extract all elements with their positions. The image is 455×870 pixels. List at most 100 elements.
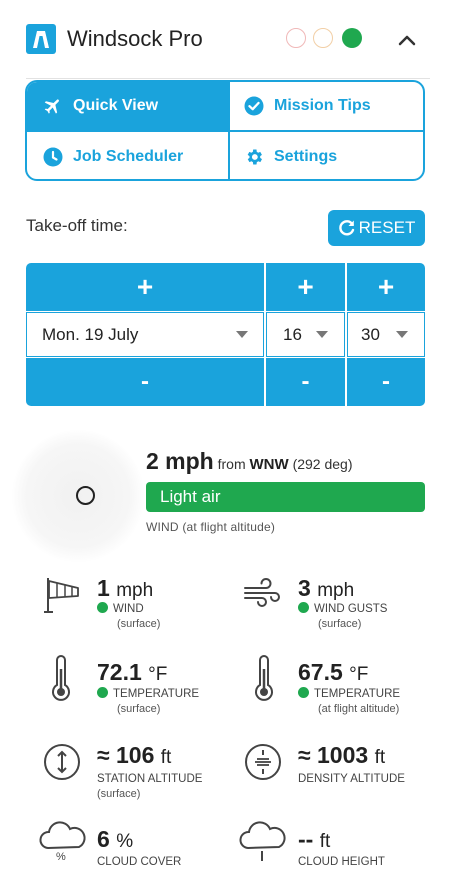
status-dot	[298, 687, 309, 698]
density-altitude-icon	[245, 744, 281, 780]
tab-settings-label: Settings	[274, 147, 338, 165]
value-unit: mph	[317, 580, 355, 601]
tab-mission-tips[interactable]: Mission Tips	[228, 82, 423, 130]
reset-button[interactable]: RESET	[328, 210, 425, 246]
minute-select[interactable]: 30	[347, 312, 425, 357]
value-unit: ft	[374, 747, 386, 768]
minute-decrement-button[interactable]: -	[347, 358, 425, 406]
density-altitude-value: ≈ 1003 ft	[298, 742, 385, 769]
plus-glyph: +	[377, 271, 395, 302]
cloud-height-value: -- ft	[298, 826, 330, 853]
label-text: WIND	[113, 603, 144, 615]
value-unit: mph	[116, 580, 154, 601]
value-unit: ft	[160, 747, 172, 768]
caret-down-icon	[316, 331, 328, 338]
label-text: TEMPERATURE	[314, 688, 401, 700]
airplane-icon	[44, 99, 59, 114]
gear-icon	[247, 149, 262, 164]
tab-mission-tips-label: Mission Tips	[274, 97, 371, 114]
windsock-icon	[44, 578, 79, 613]
wind-speed: 2 mph	[146, 448, 214, 474]
wind-from-text: from	[217, 456, 246, 472]
hour-value: 16	[283, 324, 302, 344]
tab-quick-view-label: Quick View	[73, 97, 159, 114]
date-decrement-button[interactable]: -	[26, 358, 264, 406]
wind-surface-label: WIND (surface)	[97, 602, 160, 632]
wind-gusts-icon	[244, 578, 280, 607]
tab-quick-view[interactable]: Quick View	[27, 82, 228, 130]
value-number: 3	[298, 575, 311, 601]
temp-altitude-label: TEMPERATURE (at flight altitude)	[298, 687, 400, 717]
gusts-label: WIND GUSTS (surface)	[298, 602, 387, 632]
wind-surface-value: 1 mph	[97, 575, 153, 602]
wind-summary: 2 mph from WNW (292 deg)	[146, 448, 353, 475]
wind-altitude-label: WIND (at flight altitude)	[146, 520, 276, 534]
density-altitude-label: DENSITY ALTITUDE	[298, 772, 405, 787]
wind-direction: WNW	[249, 456, 289, 473]
date-value: Mon. 19 July	[42, 324, 139, 344]
label-sub: (surface)	[318, 618, 362, 630]
collapse-button[interactable]	[393, 26, 421, 52]
cloud-height-label: CLOUD HEIGHT	[298, 856, 385, 868]
wind-condition-bar: Light air	[146, 482, 425, 512]
gusts-value: 3 mph	[298, 575, 354, 602]
minus-glyph: -	[382, 368, 390, 395]
check-circle-icon	[244, 96, 264, 116]
label-sub: (surface)	[117, 703, 161, 715]
svg-text:%: %	[56, 851, 66, 861]
temp-surface-value: 72.1 °F	[97, 659, 167, 686]
calm-wind-icon	[76, 486, 95, 505]
value-number: 72.1	[97, 659, 142, 685]
nav-grid: Quick View Mission Tips Job Scheduler Se…	[25, 80, 425, 181]
value-number: ≈ 106	[97, 742, 155, 768]
value-unit: %	[116, 831, 134, 852]
cloud-cover-value: 6 %	[97, 826, 133, 853]
station-altitude-icon	[44, 744, 80, 780]
plus-glyph: +	[297, 271, 314, 302]
label-sub: (at flight altitude)	[318, 703, 400, 715]
thermometer-icon	[255, 655, 273, 701]
windsock-logo-icon	[33, 31, 49, 48]
plus-glyph: +	[136, 271, 154, 302]
thermometer-icon	[52, 655, 70, 701]
cloud-cover-icon: %	[39, 821, 86, 861]
status-dot	[97, 602, 108, 613]
app-logo	[26, 24, 56, 54]
tab-job-scheduler[interactable]: Job Scheduler	[27, 130, 228, 179]
label-sub: (surface)	[117, 618, 161, 630]
header-divider	[26, 78, 430, 79]
label-text: WIND GUSTS	[314, 603, 388, 615]
value-number: --	[298, 826, 314, 852]
minute-increment-button[interactable]: +	[347, 263, 425, 311]
caret-down-icon	[396, 331, 408, 338]
tab-settings[interactable]: Settings	[228, 130, 423, 179]
value-number: 67.5	[298, 659, 343, 685]
status-dot	[298, 602, 309, 613]
app-title: Windsock Pro	[67, 26, 203, 51]
temp-altitude-value: 67.5 °F	[298, 659, 368, 686]
minute-value: 30	[361, 324, 380, 344]
station-altitude-value: ≈ 106 ft	[97, 742, 171, 769]
value-number: 6	[97, 826, 110, 852]
hour-increment-button[interactable]: +	[266, 263, 345, 311]
label-text: STATION ALTITUDE	[97, 773, 203, 785]
hour-select[interactable]: 16	[266, 312, 345, 357]
value-unit: °F	[349, 664, 369, 685]
reset-label: RESET	[358, 218, 416, 237]
clock-icon	[43, 147, 63, 166]
temp-surface-label: TEMPERATURE (surface)	[97, 687, 199, 717]
caret-down-icon	[236, 331, 248, 338]
label-sub: (surface)	[97, 788, 141, 800]
date-increment-button[interactable]: +	[26, 263, 264, 311]
chevron-up-icon	[398, 35, 416, 46]
date-select[interactable]: Mon. 19 July	[26, 312, 264, 357]
status-dot	[97, 687, 108, 698]
hour-decrement-button[interactable]: -	[266, 358, 345, 406]
takeoff-label: Take-off time:	[26, 216, 128, 235]
status-dot-green	[342, 28, 362, 48]
station-altitude-label: STATION ALTITUDE (surface)	[97, 772, 202, 802]
value-unit: ft	[319, 831, 331, 852]
minus-glyph: -	[301, 368, 310, 395]
label-text: TEMPERATURE	[113, 688, 200, 700]
refresh-icon	[338, 220, 354, 236]
